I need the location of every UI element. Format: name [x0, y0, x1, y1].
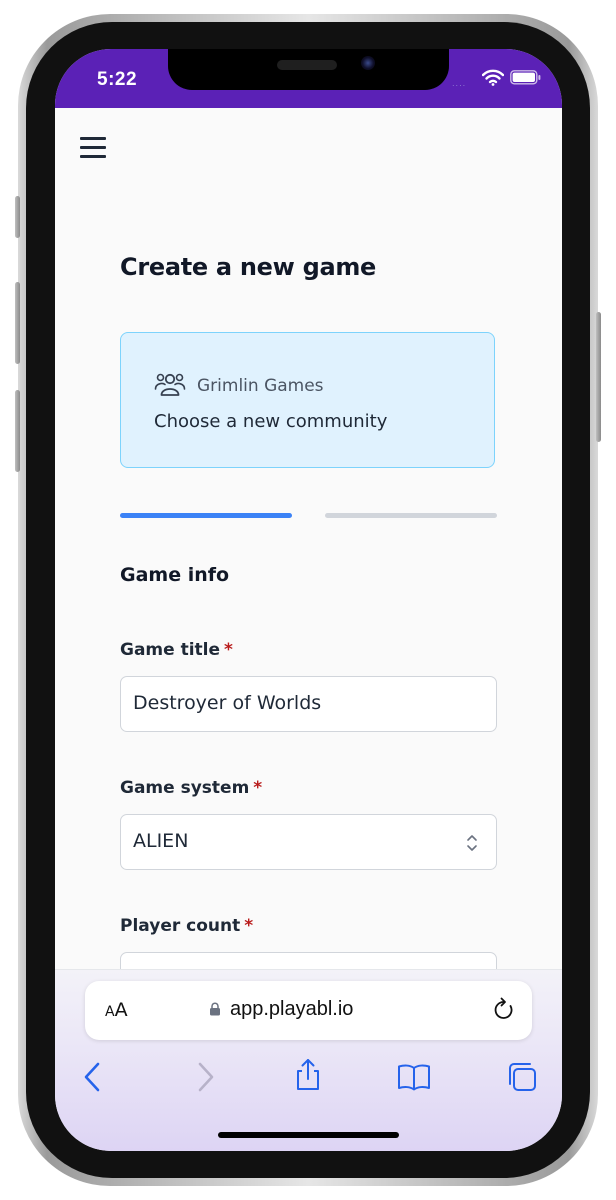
power-button: [596, 312, 601, 442]
speaker: [277, 60, 337, 70]
game-title-label-text: Game title: [120, 640, 221, 660]
wifi-icon: [482, 69, 504, 86]
game-system-label-text: Game system: [120, 778, 250, 798]
browser-toolbar: AA app.playabl.io: [55, 969, 562, 1151]
text-size-button[interactable]: AA: [105, 999, 128, 1021]
game-system-select[interactable]: ALIEN: [120, 814, 497, 870]
url-text: app.playabl.io: [210, 998, 354, 1021]
signal-dots: ....: [452, 79, 467, 88]
page-title: Create a new game: [120, 253, 377, 281]
share-icon[interactable]: [291, 1058, 325, 1092]
back-icon[interactable]: [77, 1060, 111, 1094]
required-marker: *: [253, 778, 263, 798]
notch: [168, 49, 449, 90]
users-icon: [154, 373, 186, 396]
game-title-value: Destroyer of Worlds: [133, 692, 322, 714]
address-bar[interactable]: AA app.playabl.io: [85, 981, 532, 1040]
section-title: Game info: [120, 564, 230, 586]
required-marker: *: [224, 640, 233, 660]
game-system-value: ALIEN: [133, 830, 189, 852]
community-card[interactable]: Grimlin Games Choose a new community: [120, 332, 495, 468]
url-value: app.playabl.io: [230, 998, 354, 1020]
bookmarks-icon[interactable]: [397, 1060, 431, 1094]
step-1-bar-active: [120, 513, 292, 518]
required-marker: *: [244, 916, 254, 936]
forward-icon[interactable]: [187, 1060, 221, 1094]
front-camera: [361, 56, 375, 70]
chevron-up-down-icon: [467, 835, 477, 851]
community-name: Grimlin Games: [197, 376, 324, 396]
game-title-input[interactable]: Destroyer of Worlds: [120, 676, 497, 732]
game-title-label: Game title *: [120, 640, 233, 660]
text-size-big: A: [114, 999, 128, 1021]
choose-community-link[interactable]: Choose a new community: [154, 411, 387, 432]
reload-icon[interactable]: [492, 997, 516, 1023]
home-indicator: [218, 1132, 399, 1138]
mute-switch: [15, 196, 20, 238]
player-count-label: Player count *: [120, 916, 253, 936]
volume-up-button: [15, 282, 20, 364]
step-2-bar: [325, 513, 497, 518]
volume-down-button: [15, 390, 20, 472]
lock-icon: [210, 1002, 220, 1016]
status-time: 5:22: [97, 69, 138, 90]
screen: 5:22 .... Create a new game Grimlin Game…: [55, 49, 562, 1151]
text-size-small: A: [105, 1004, 115, 1020]
battery-icon: [510, 70, 541, 85]
player-count-label-text: Player count: [120, 916, 241, 936]
game-system-label: Game system *: [120, 778, 262, 798]
tabs-icon[interactable]: [505, 1060, 539, 1094]
hamburger-menu-icon[interactable]: [80, 137, 106, 159]
